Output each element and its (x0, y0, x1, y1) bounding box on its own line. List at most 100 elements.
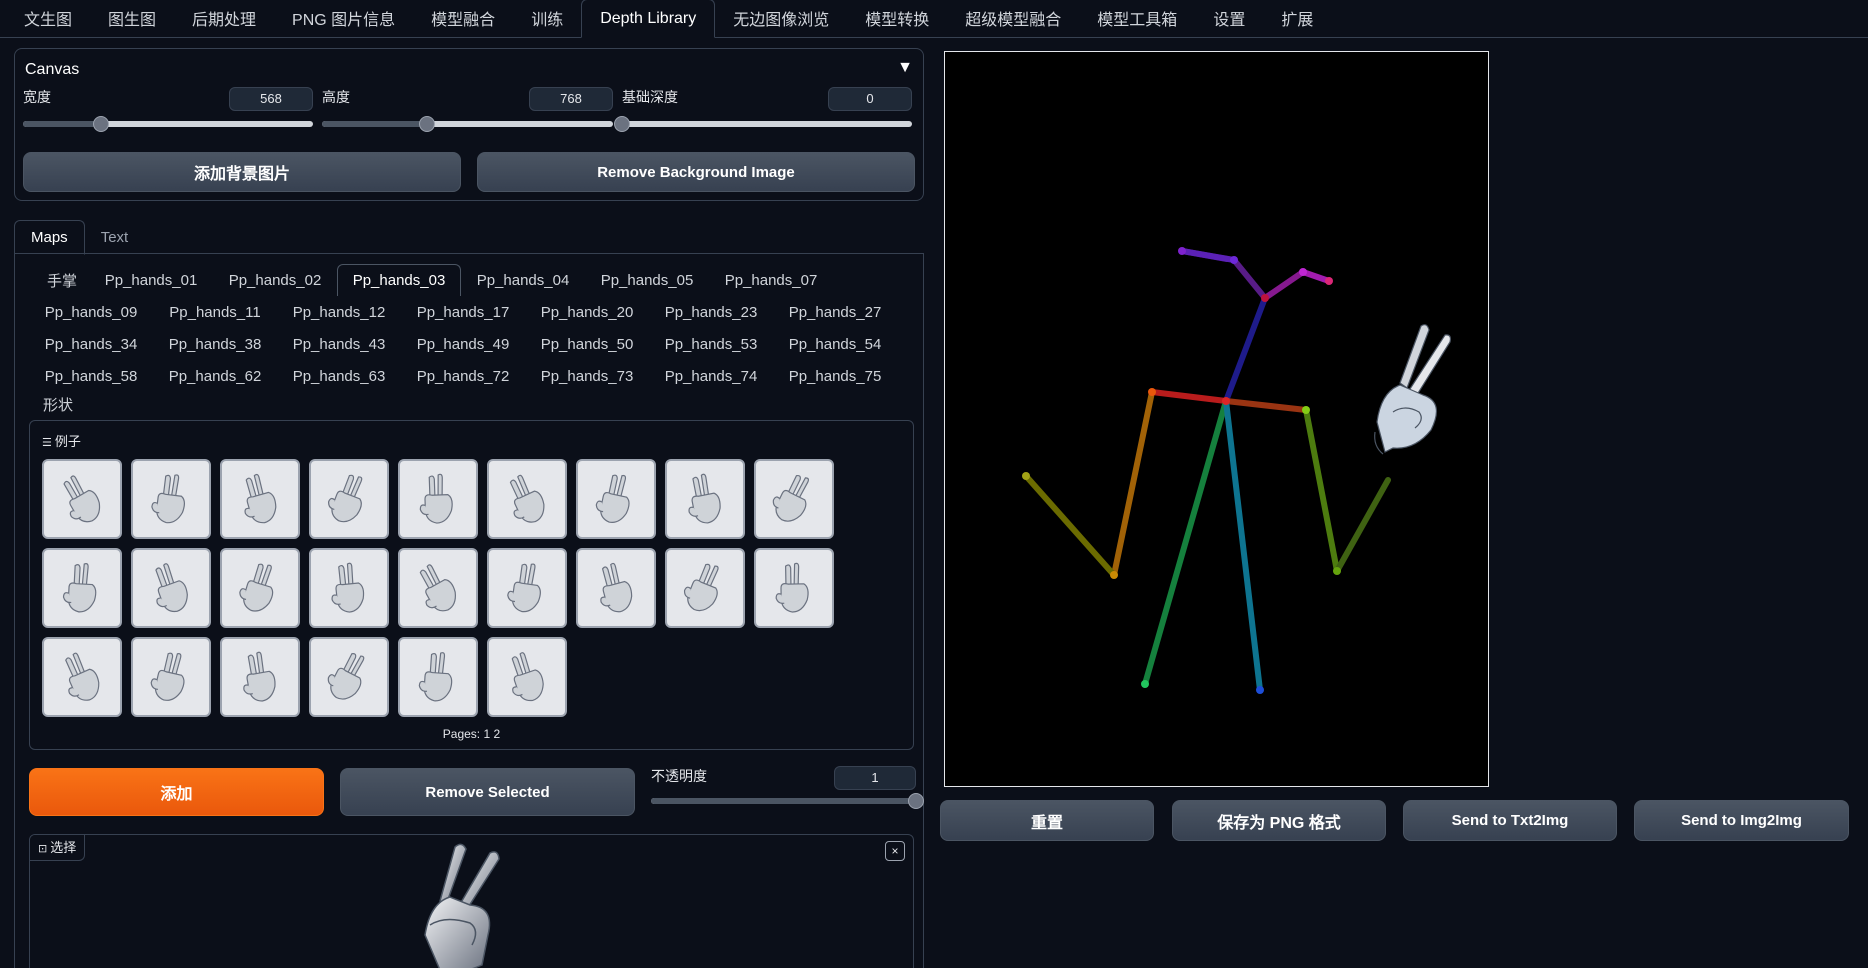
hand-tab-item[interactable]: Pp_hands_17 (401, 296, 525, 328)
top-tab-item[interactable]: 训练 (513, 0, 581, 37)
top-tab-item[interactable]: 模型工具箱 (1079, 0, 1195, 37)
top-tab-item[interactable]: 图生图 (90, 0, 174, 37)
top-tab-item[interactable]: 模型转换 (847, 0, 947, 37)
hand-tab-item[interactable]: Pp_hands_34 (29, 328, 153, 360)
skeleton-preview (1022, 247, 1452, 694)
top-tab-item[interactable]: 无边图像浏览 (715, 0, 847, 37)
image-icon: ⊡ (38, 843, 51, 855)
example-thumbnail[interactable] (220, 459, 300, 539)
width-slider-thumb[interactable] (93, 116, 110, 132)
width-label: 宽度 (23, 89, 51, 105)
example-thumbnail[interactable] (220, 637, 300, 717)
add-background-image-button[interactable]: 添加背景图片 (23, 152, 461, 192)
example-thumbnail[interactable] (487, 637, 567, 717)
hand-tab-item[interactable]: Pp_hands_09 (29, 296, 153, 328)
example-thumbnail[interactable] (754, 459, 834, 539)
width-slider[interactable] (23, 116, 313, 132)
hand-tab-item[interactable]: Pp_hands_62 (153, 360, 277, 392)
hand-tab-item[interactable]: 手掌 (29, 264, 89, 296)
maps-text-tabs: Maps Text (14, 220, 145, 255)
example-thumbnail[interactable] (220, 548, 300, 628)
opacity-label: 不透明度 (651, 768, 707, 784)
hand-tab-item[interactable]: Pp_hands_12 (277, 296, 401, 328)
example-thumbnail[interactable] (309, 548, 389, 628)
opacity-slider[interactable] (651, 793, 924, 809)
top-tab-item[interactable]: 文生图 (6, 0, 90, 37)
example-thumbnail[interactable] (487, 459, 567, 539)
hand-tab-item[interactable]: Pp_hands_43 (277, 328, 401, 360)
base-depth-slider-thumb[interactable] (614, 116, 630, 132)
width-input[interactable]: 568 (229, 87, 313, 111)
example-thumbnail[interactable] (309, 637, 389, 717)
hand-tab-item[interactable]: Pp_hands_20 (525, 296, 649, 328)
hand-tab-item[interactable]: Pp_hands_72 (401, 360, 525, 392)
base-depth-input[interactable]: 0 (828, 87, 912, 111)
hand-tab-item[interactable]: Pp_hands_73 (525, 360, 649, 392)
top-tab-item[interactable]: PNG 图片信息 (274, 0, 413, 37)
hand-tab-item[interactable]: Pp_hands_74 (649, 360, 773, 392)
pagination: Pages: 1 2 (30, 727, 913, 741)
hand-tab-item[interactable]: Pp_hands_58 (29, 360, 153, 392)
hand-tab-item[interactable]: Pp_hands_54 (773, 328, 897, 360)
hand-tab-item[interactable]: Pp_hands_04 (461, 264, 585, 296)
example-thumbnail[interactable] (398, 459, 478, 539)
hand-tab-item[interactable]: Pp_hands_02 (213, 264, 337, 296)
hand-category-tabs: 手掌 Pp_hands_01 Pp_hands_02 Pp_hands_03 Pp_ha… (29, 264, 909, 392)
example-thumbnail[interactable] (576, 548, 656, 628)
remove-background-image-button[interactable]: Remove Background Image (477, 152, 915, 192)
top-tab-item[interactable]: 后期处理 (174, 0, 274, 37)
collapse-icon[interactable]: ▼ (897, 59, 913, 77)
example-thumbnail[interactable] (309, 459, 389, 539)
height-slider-thumb[interactable] (418, 116, 435, 132)
example-thumbnail[interactable] (665, 459, 745, 539)
hand-tab-item[interactable]: Pp_hands_01 (89, 264, 213, 296)
hand-tab-item[interactable]: Pp_hands_05 (585, 264, 709, 296)
example-thumbnail[interactable] (665, 548, 745, 628)
example-thumbnail[interactable] (42, 459, 122, 539)
example-thumbnail[interactable] (131, 459, 211, 539)
close-icon[interactable]: × (885, 841, 905, 861)
base-depth-slider[interactable] (614, 116, 912, 132)
example-thumbnail[interactable] (487, 548, 567, 628)
example-thumbnail[interactable] (42, 637, 122, 717)
top-tab-item[interactable]: 模型融合 (413, 0, 513, 37)
hand-model (1374, 324, 1452, 455)
hand-tab-item[interactable]: Pp_hands_38 (153, 328, 277, 360)
hand-tab-item[interactable]: Pp_hands_75 (773, 360, 897, 392)
page-2-link[interactable]: 2 (494, 727, 501, 741)
send-to-txt2img-button[interactable]: Send to Txt2Img (1403, 800, 1617, 841)
height-input[interactable]: 768 (529, 87, 613, 111)
hand-tab-item[interactable]: Pp_hands_11 (153, 296, 277, 328)
depth-preview-canvas[interactable] (944, 51, 1489, 787)
example-thumbnail[interactable] (398, 637, 478, 717)
page-1-link[interactable]: 1 (483, 727, 490, 741)
opacity-input[interactable]: 1 (834, 766, 916, 790)
example-thumbnail[interactable] (131, 548, 211, 628)
remove-selected-button[interactable]: Remove Selected (340, 768, 635, 816)
hand-tab-item[interactable]: Pp_hands_27 (773, 296, 897, 328)
reset-button[interactable]: 重置 (940, 800, 1154, 841)
tab-text[interactable]: Text (85, 220, 145, 254)
send-to-img2img-button[interactable]: Send to Img2Img (1634, 800, 1849, 841)
example-thumbnail[interactable] (576, 459, 656, 539)
height-slider[interactable] (322, 116, 613, 132)
example-thumbnail[interactable] (42, 548, 122, 628)
opacity-slider-thumb[interactable] (908, 793, 924, 809)
example-thumbnail[interactable] (398, 548, 478, 628)
hand-tab-item[interactable]: Pp_hands_53 (649, 328, 773, 360)
hand-tab-item[interactable]: Pp_hands_07 (709, 264, 833, 296)
tab-maps[interactable]: Maps (14, 220, 85, 255)
hand-tab-item[interactable]: Pp_hands_63 (277, 360, 401, 392)
hand-tab-item[interactable]: Pp_hands_23 (649, 296, 773, 328)
example-thumbnail[interactable] (131, 637, 211, 717)
top-tab-item[interactable]: Depth Library (581, 0, 716, 38)
top-tab-item[interactable]: 设置 (1195, 0, 1263, 37)
top-tab-item[interactable]: 超级模型融合 (947, 0, 1079, 37)
add-button[interactable]: 添加 (29, 768, 324, 816)
hand-tab-item[interactable]: Pp_hands_50 (525, 328, 649, 360)
hand-tab-item[interactable]: Pp_hands_49 (401, 328, 525, 360)
save-png-button[interactable]: 保存为 PNG 格式 (1172, 800, 1386, 841)
hand-tab-item[interactable]: Pp_hands_03 (337, 264, 461, 296)
top-tab-item[interactable]: 扩展 (1263, 0, 1331, 37)
example-thumbnail[interactable] (754, 548, 834, 628)
